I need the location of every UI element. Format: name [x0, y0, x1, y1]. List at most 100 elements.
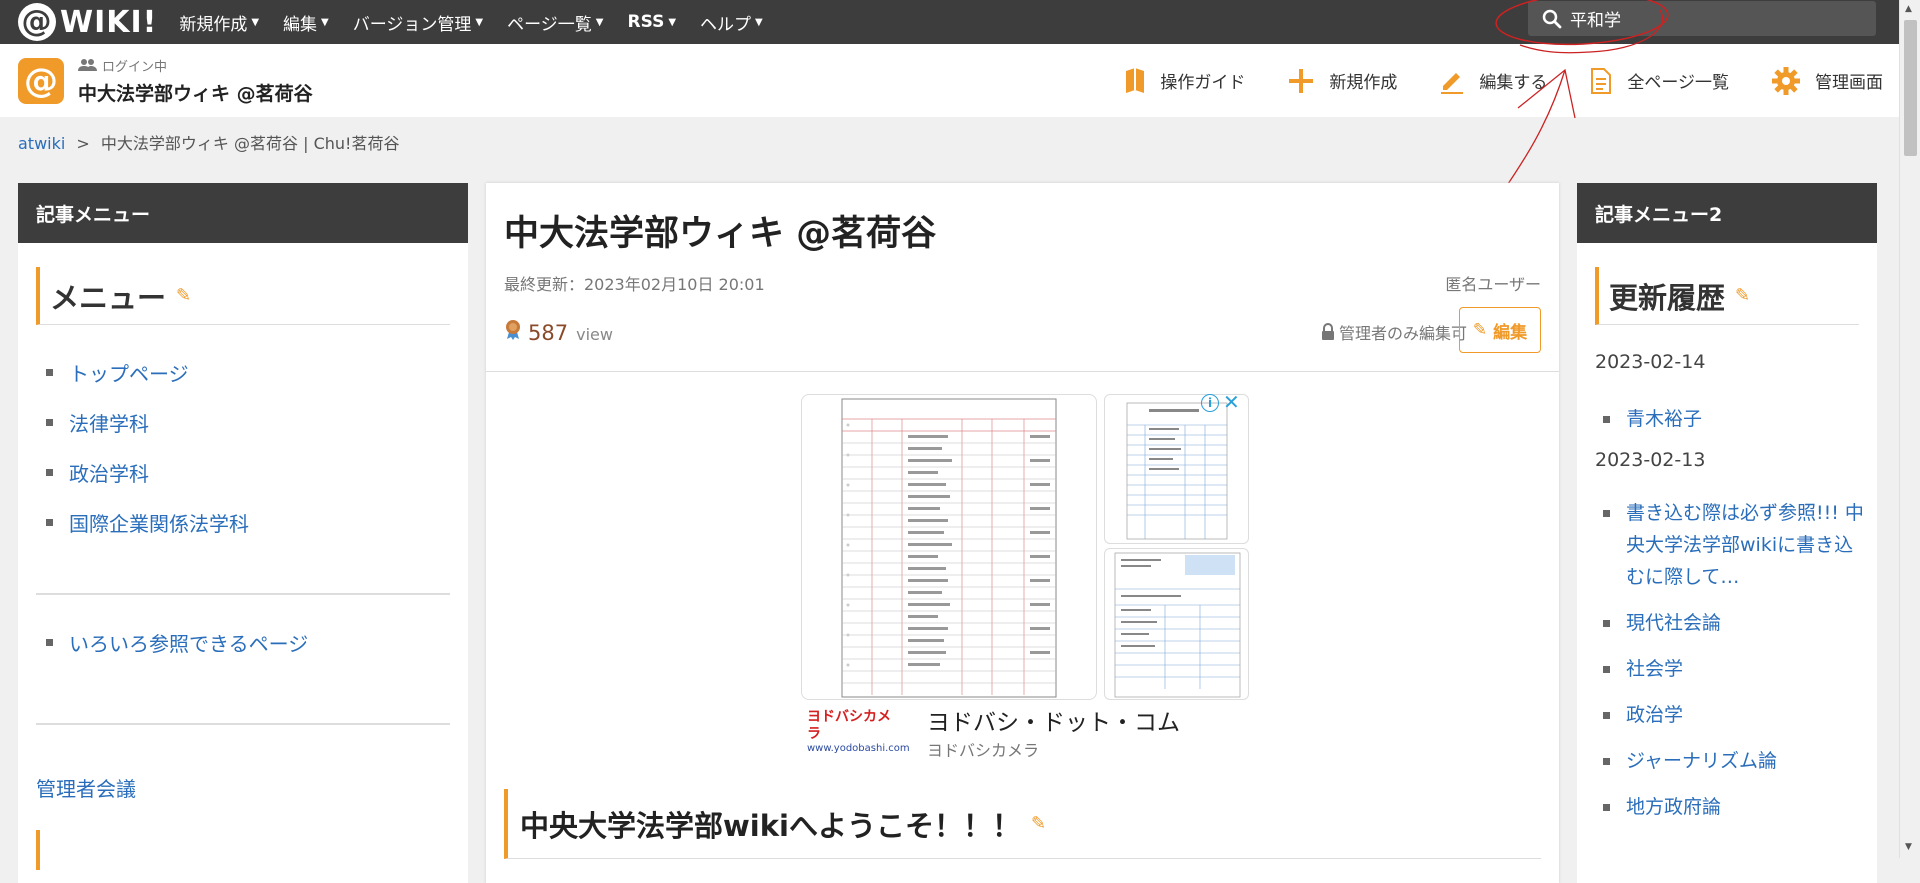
history-link[interactable]: ジャーナリズム論	[1626, 745, 1866, 777]
history-item: 青木裕子	[1603, 403, 1877, 435]
breadcrumb-separator: >	[76, 134, 90, 153]
edit-pencil-icon[interactable]: ✎	[1735, 285, 1750, 306]
next-section-accent	[36, 830, 40, 870]
history-link[interactable]: 地方政府論	[1626, 791, 1866, 823]
history-date: 2023-02-13	[1595, 449, 1706, 471]
caret-down-icon: ▼	[475, 16, 484, 28]
nav-version-label: バージョン管理	[352, 14, 472, 35]
bullet	[1603, 758, 1610, 765]
lock-icon	[1321, 323, 1334, 340]
medal-icon	[506, 320, 520, 340]
all-pages-label: 全ページ一覧	[1627, 73, 1729, 93]
ad-image-form-2[interactable]	[1104, 548, 1249, 700]
search-box[interactable]	[1528, 1, 1876, 36]
view-label: view	[576, 325, 613, 344]
nav-help-label: ヘルプ	[700, 14, 752, 35]
history-link[interactable]: 政治学	[1626, 699, 1866, 731]
last-updated: 最終更新：2023年02月10日 20:01	[504, 275, 765, 294]
at-logo-icon: @	[18, 3, 56, 41]
bullet	[46, 638, 53, 646]
breadcrumb-root-link[interactable]: atwiki	[18, 134, 65, 153]
guide-button[interactable]: 操作ガイド	[1124, 67, 1245, 95]
history-link[interactable]: 社会学	[1626, 653, 1866, 685]
all-pages-button[interactable]: 全ページ一覧	[1589, 67, 1729, 95]
nav-edit[interactable]: 編集 ▼	[283, 10, 329, 35]
section-heading-welcome: 中央大学法学部wikiへようこそ！！！ ✎	[504, 789, 1541, 859]
scroll-up-icon[interactable]: ▲	[1905, 4, 1912, 14]
nav-rss[interactable]: RSS ▼	[628, 10, 677, 35]
history-heading-text: 更新履歴	[1609, 280, 1726, 315]
edit-pencil-icon[interactable]: ✎	[1031, 813, 1046, 834]
nav-version[interactable]: バージョン管理 ▼	[353, 10, 483, 35]
ad-image-ledger[interactable]	[801, 394, 1097, 700]
history-item: 地方政府論	[1603, 791, 1877, 823]
history-item: 現代社会論	[1603, 607, 1877, 639]
ad-close-icon[interactable]: ✕	[1223, 390, 1240, 414]
edit-page-label: 編集する	[1479, 73, 1548, 93]
guide-label: 操作ガイド	[1160, 73, 1246, 93]
nav-rss-label: RSS	[627, 12, 665, 32]
caret-down-icon: ▼	[321, 16, 329, 28]
nav-pagelist[interactable]: ページ一覧 ▼	[507, 10, 603, 35]
menu-link-politics[interactable]: 政治学科	[69, 458, 149, 487]
breadcrumb-current: 中大法学部ウィキ @茗荷谷 | Chu!茗荷谷	[100, 134, 400, 153]
scroll-down-icon[interactable]: ▼	[1905, 842, 1912, 852]
ad-info-icon[interactable]: i	[1201, 394, 1219, 412]
menu-heading: メニュー ✎	[36, 267, 450, 325]
book-icon	[1126, 67, 1145, 93]
bullet	[1603, 712, 1610, 719]
nav-help[interactable]: ヘルプ ▼	[700, 10, 763, 35]
atwiki-logo[interactable]: @ WIKI!	[18, 3, 157, 41]
history-heading: 更新履歴 ✎	[1595, 267, 1859, 325]
ad-brand-url: www.yodobashi.com	[807, 742, 910, 754]
ad-title[interactable]: ヨドバシ・ドット・コム	[927, 703, 1180, 737]
divider	[36, 723, 450, 725]
ad-subtitle: ヨドバシカメラ	[927, 741, 1040, 760]
page-scrollbar[interactable]: ▲ ▼	[1899, 0, 1920, 858]
edit-pencil-icon[interactable]: ✎	[176, 285, 191, 306]
left-sidebar: 記事メニュー メニュー ✎ トップページ 法律学科 政治学科 国際企業関係法学科…	[18, 183, 468, 883]
search-input[interactable]	[1570, 8, 1850, 29]
left-menu-list: トップページ 法律学科 政治学科 国際企業関係法学科	[46, 347, 468, 547]
nav-new-label: 新規作成	[179, 14, 248, 35]
admin-button[interactable]: 管理画面	[1771, 66, 1883, 96]
menu-link-law[interactable]: 法律学科	[69, 408, 149, 437]
bullet	[1603, 804, 1610, 811]
new-page-button[interactable]: 新規作成	[1287, 67, 1397, 95]
scroll-thumb[interactable]	[1904, 20, 1917, 156]
menu-link-top[interactable]: トップページ	[69, 358, 189, 387]
admin-meeting-link[interactable]: 管理者会議	[36, 773, 468, 802]
nav-edit-label: 編集	[283, 14, 318, 35]
login-status: ログイン中	[78, 56, 313, 75]
edit-page-button[interactable]: 編集する	[1439, 68, 1547, 94]
ad-brand-logo[interactable]: ヨドバシカメラ www.yodobashi.com	[807, 709, 910, 755]
menu-item: 政治学科	[46, 447, 468, 497]
history-link[interactable]: 現代社会論	[1626, 607, 1866, 639]
top-navbar: @ WIKI! 新規作成 ▼ 編集 ▼ バージョン管理 ▼ ページ一覧 ▼ RSS ▼ ヘ…	[0, 0, 1899, 44]
edit-button[interactable]: ✎ 編集	[1459, 307, 1541, 353]
menu-item: いろいろ参照できるページ	[46, 617, 468, 667]
history-link[interactable]: 青木裕子	[1626, 403, 1866, 435]
divider	[486, 371, 1559, 372]
ad-image-form-1[interactable]	[1104, 394, 1249, 544]
bullet	[46, 368, 53, 376]
bullet	[46, 418, 53, 426]
login-status-text: ログイン中	[102, 59, 168, 75]
site-title-block: ログイン中 中大法学部ウィキ @茗荷谷	[78, 56, 313, 106]
ad-banner[interactable]	[801, 394, 1249, 700]
nav-new[interactable]: 新規作成 ▼	[179, 10, 259, 35]
site-name[interactable]: 中大法学部ウィキ @茗荷谷	[78, 79, 313, 106]
bullet	[46, 518, 53, 526]
pencil-icon	[1441, 72, 1464, 94]
menu-link-intl-law[interactable]: 国際企業関係法学科	[69, 508, 249, 537]
menu-link-reference[interactable]: いろいろ参照できるページ	[69, 628, 308, 657]
document-icon	[1591, 67, 1612, 94]
site-logo-icon[interactable]: @	[18, 57, 64, 104]
history-link[interactable]: 書き込む際は必ず参照!!! 中央大学法学部wikiに書き込むに際して…	[1626, 497, 1866, 593]
menu-item: 国際企業関係法学科	[46, 497, 468, 547]
caret-down-icon: ▼	[251, 16, 260, 28]
bullet	[46, 468, 53, 476]
bullet	[1603, 510, 1610, 517]
ad-footer[interactable]: ヨドバシカメラ www.yodobashi.com ヨドバシ・ドット・コム ヨド…	[801, 703, 1246, 760]
bullet	[1603, 666, 1610, 673]
